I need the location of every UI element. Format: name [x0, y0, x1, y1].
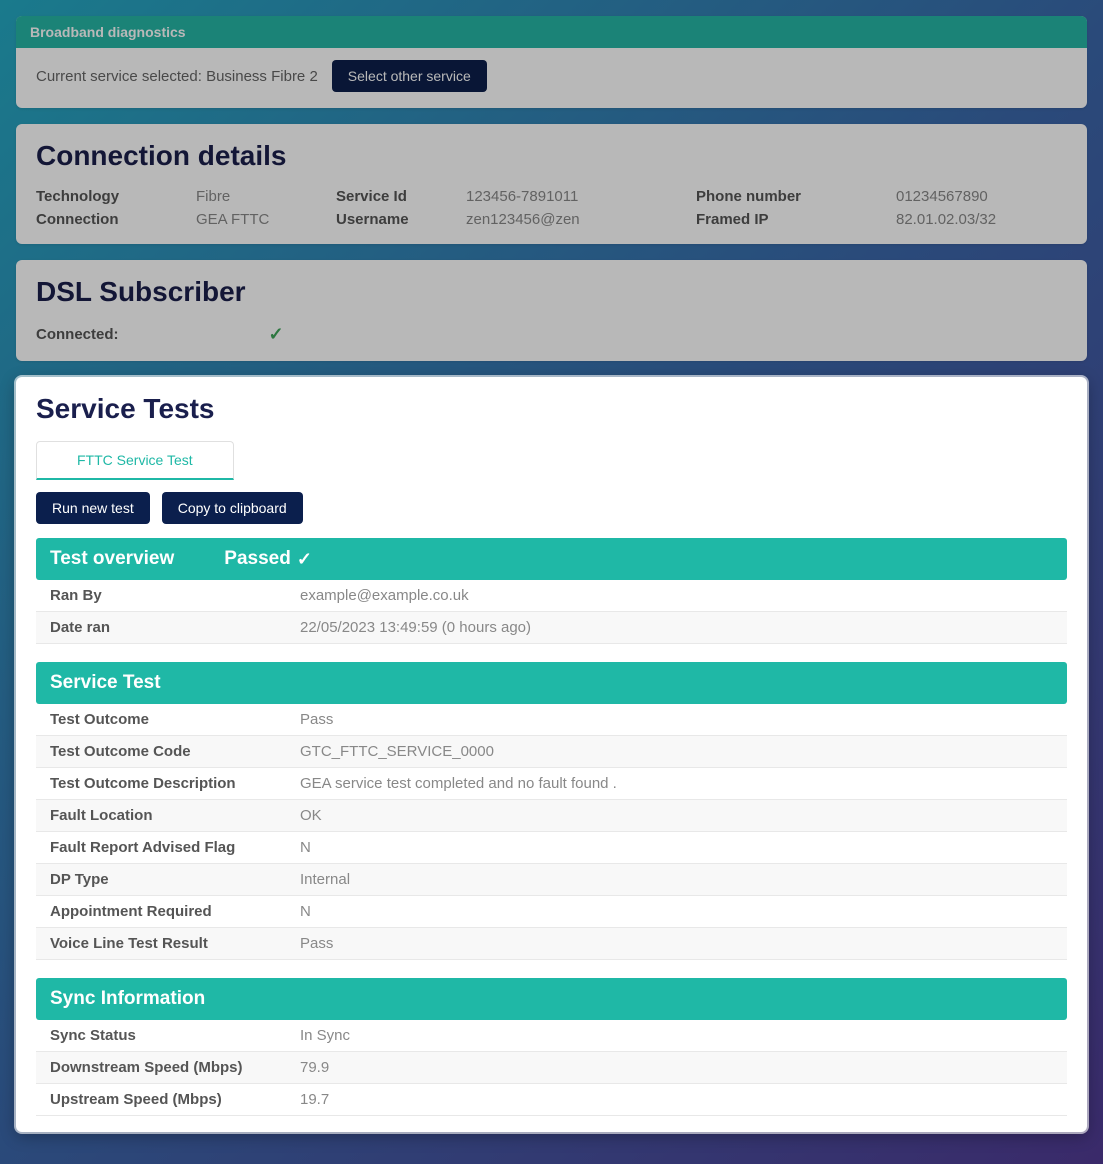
row-label: Ran By: [36, 580, 286, 612]
test-overview-title: Test overview: [50, 548, 174, 570]
row-value: OK: [286, 800, 1067, 832]
row-value: 19.7: [286, 1084, 1067, 1116]
technology-value: Fibre: [196, 188, 336, 205]
row-value: example@example.co.uk: [286, 580, 1067, 612]
username-value: zen123456@zen: [466, 211, 696, 228]
sync-info-table: Sync StatusIn Sync Downstream Speed (Mbp…: [36, 1020, 1067, 1116]
row-value: N: [286, 896, 1067, 928]
sync-info-header: Sync Information: [36, 978, 1067, 1020]
row-label: DP Type: [36, 864, 286, 896]
status-badge: Passed ✓: [224, 548, 312, 570]
serviceid-value: 123456-7891011: [466, 188, 696, 205]
row-label: Upstream Speed (Mbps): [36, 1084, 286, 1116]
framedip-label: Framed IP: [696, 211, 896, 228]
dsl-subscriber-panel: DSL Subscriber Connected: ✓: [16, 260, 1087, 361]
row-value: In Sync: [286, 1020, 1067, 1052]
row-label: Date ran: [36, 612, 286, 644]
service-test-table: Test OutcomePass Test Outcome CodeGTC_FT…: [36, 704, 1067, 960]
copy-to-clipboard-button[interactable]: Copy to clipboard: [162, 492, 303, 524]
phone-label: Phone number: [696, 188, 896, 205]
row-value: Pass: [286, 704, 1067, 736]
table-row: Fault Report Advised FlagN: [36, 832, 1067, 864]
table-row: Ran By example@example.co.uk: [36, 580, 1067, 612]
row-value: N: [286, 832, 1067, 864]
table-row: Appointment RequiredN: [36, 896, 1067, 928]
dsl-title: DSL Subscriber: [36, 276, 1067, 308]
connection-details-grid: Technology Fibre Service Id 123456-78910…: [36, 188, 1067, 228]
tab-bar: FTTC Service Test: [36, 441, 1067, 480]
row-label: Test Outcome Code: [36, 736, 286, 768]
table-row: DP TypeInternal: [36, 864, 1067, 896]
row-value: 79.9: [286, 1052, 1067, 1084]
connection-value: GEA FTTC: [196, 211, 336, 228]
current-service-label: Current service selected: Business Fibre…: [36, 68, 318, 85]
row-value: Internal: [286, 864, 1067, 896]
table-row: Test Outcome DescriptionGEA service test…: [36, 768, 1067, 800]
service-tests-panel: Service Tests FTTC Service Test Run new …: [16, 377, 1087, 1132]
row-label: Downstream Speed (Mbps): [36, 1052, 286, 1084]
check-icon: ✓: [297, 549, 312, 570]
row-value: GTC_FTTC_SERVICE_0000: [286, 736, 1067, 768]
row-label: Fault Location: [36, 800, 286, 832]
connection-label: Connection: [36, 211, 196, 228]
table-row: Date ran 22/05/2023 13:49:59 (0 hours ag…: [36, 612, 1067, 644]
broadband-diagnostics-panel: Broadband diagnostics Current service se…: [16, 16, 1087, 108]
service-test-header: Service Test: [36, 662, 1067, 704]
row-value: 22/05/2023 13:49:59 (0 hours ago): [286, 612, 1067, 644]
row-value: GEA service test completed and no fault …: [286, 768, 1067, 800]
run-new-test-button[interactable]: Run new test: [36, 492, 150, 524]
service-test-title: Service Test: [50, 672, 161, 694]
serviceid-label: Service Id: [336, 188, 466, 205]
table-row: Voice Line Test ResultPass: [36, 928, 1067, 960]
row-value: Pass: [286, 928, 1067, 960]
test-overview-header: Test overview Passed ✓: [36, 538, 1067, 580]
check-icon: ✓: [269, 324, 284, 345]
username-label: Username: [336, 211, 466, 228]
row-label: Test Outcome Description: [36, 768, 286, 800]
table-row: Fault LocationOK: [36, 800, 1067, 832]
panel-header: Broadband diagnostics: [16, 16, 1087, 48]
row-label: Voice Line Test Result: [36, 928, 286, 960]
phone-value: 01234567890: [896, 188, 1076, 205]
table-row: Test OutcomePass: [36, 704, 1067, 736]
table-row: Test Outcome CodeGTC_FTTC_SERVICE_0000: [36, 736, 1067, 768]
row-label: Fault Report Advised Flag: [36, 832, 286, 864]
select-other-service-button[interactable]: Select other service: [332, 60, 487, 92]
table-row: Upstream Speed (Mbps)19.7: [36, 1084, 1067, 1116]
table-row: Sync StatusIn Sync: [36, 1020, 1067, 1052]
table-row: Downstream Speed (Mbps)79.9: [36, 1052, 1067, 1084]
test-overview-table: Ran By example@example.co.uk Date ran 22…: [36, 580, 1067, 644]
connected-label: Connected:: [36, 326, 119, 343]
tab-fttc-service-test[interactable]: FTTC Service Test: [36, 441, 234, 480]
service-tests-title: Service Tests: [36, 393, 1067, 425]
row-label: Sync Status: [36, 1020, 286, 1052]
row-label: Test Outcome: [36, 704, 286, 736]
connection-details-title: Connection details: [36, 140, 1067, 172]
sync-info-title: Sync Information: [50, 988, 205, 1010]
connection-details-panel: Connection details Technology Fibre Serv…: [16, 124, 1087, 244]
row-label: Appointment Required: [36, 896, 286, 928]
status-label: Passed: [224, 548, 291, 570]
technology-label: Technology: [36, 188, 196, 205]
framedip-value: 82.01.02.03/32: [896, 211, 1076, 228]
